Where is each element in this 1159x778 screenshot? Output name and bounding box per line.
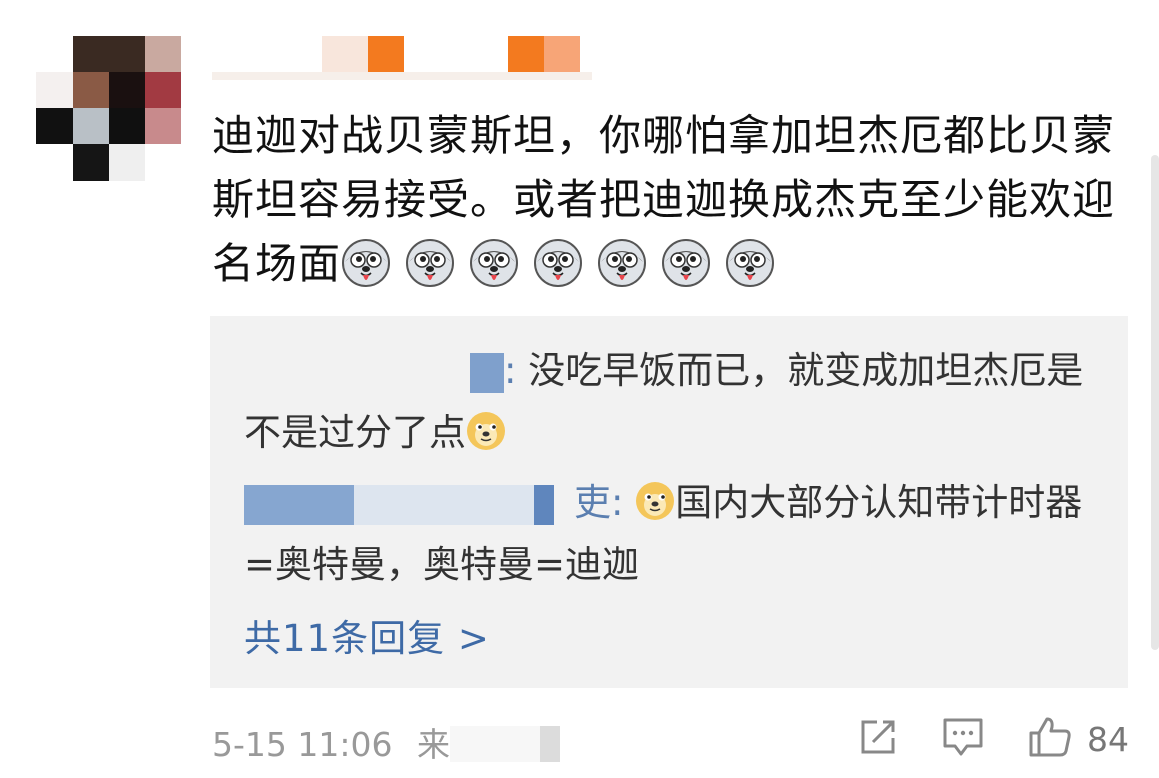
thumbs-up-icon bbox=[1027, 715, 1073, 763]
username[interactable] bbox=[212, 36, 592, 82]
scrollbar[interactable] bbox=[1151, 155, 1159, 650]
like-count: 84 bbox=[1087, 719, 1129, 759]
doge-icon bbox=[635, 478, 675, 520]
avatar[interactable] bbox=[36, 36, 181, 181]
husky-emoji-icon bbox=[469, 238, 519, 288]
source-label: 来 bbox=[417, 725, 450, 764]
reply-item[interactable]: : 没吃早饭而已，就变成加坦杰厄是不是过分了点 bbox=[244, 340, 1094, 464]
husky-emoji-icon bbox=[725, 238, 775, 288]
share-icon bbox=[857, 716, 899, 762]
husky-emoji-icon bbox=[661, 238, 711, 288]
source-blur bbox=[450, 726, 560, 762]
share-button[interactable] bbox=[857, 716, 899, 762]
reply-item[interactable]: 吏: 国内大部分认知带计时器=奥特曼，奥特曼=迪迦 bbox=[244, 472, 1094, 596]
comment-meta: 5-15 11:06 来 bbox=[212, 718, 560, 766]
more-replies-link[interactable]: 共11条回复 > bbox=[244, 608, 490, 662]
comment-actions: 84 bbox=[815, 714, 1129, 764]
husky-emoji-icon bbox=[405, 238, 455, 288]
like-button[interactable]: 84 bbox=[1027, 715, 1129, 763]
timestamp: 5-15 11:06 bbox=[212, 725, 393, 764]
husky-emoji-icon bbox=[533, 238, 583, 288]
reply-author-blur[interactable] bbox=[244, 352, 504, 393]
doge-icon bbox=[466, 408, 506, 450]
comment-text: 迪迦对战贝蒙斯坦，你哪怕拿加坦杰厄都比贝蒙斯坦容易接受。或者把迪迦换成杰克至少能… bbox=[212, 111, 1116, 288]
comment-icon bbox=[941, 716, 985, 762]
emoji-row bbox=[341, 239, 789, 288]
husky-emoji-icon bbox=[341, 238, 391, 288]
husky-emoji-icon bbox=[597, 238, 647, 288]
reply-button[interactable] bbox=[941, 716, 985, 762]
reply-author-blur[interactable] bbox=[244, 484, 574, 525]
reply-box[interactable]: : 没吃早饭而已，就变成加坦杰厄是不是过分了点 吏: 国内大部分认知带计时器=奥… bbox=[210, 316, 1128, 688]
